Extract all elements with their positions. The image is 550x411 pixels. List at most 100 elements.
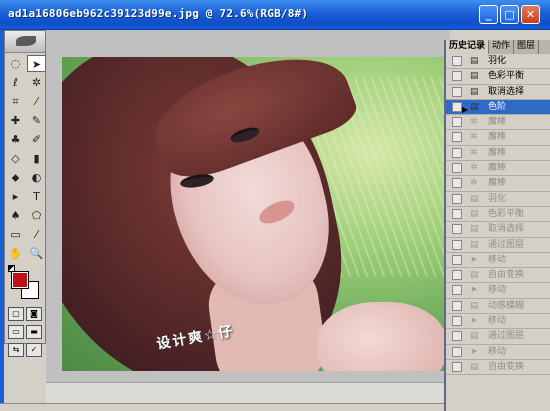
history-item[interactable]: ✲ 魔棒 (446, 115, 550, 131)
history-step-icon: ➤ (470, 316, 478, 327)
foreground-color-swatch[interactable] (11, 271, 29, 289)
history-item[interactable]: ▤ 羽化 (446, 54, 550, 70)
full-screen-icon[interactable]: ▬ (26, 325, 42, 339)
history-item[interactable]: ✲ 魔棒 (446, 176, 550, 192)
history-step-icon: ➤ (470, 346, 478, 357)
history-item[interactable]: ▤ 取消选择 (446, 222, 550, 238)
snapshot-checkbox[interactable] (452, 56, 462, 66)
snapshot-checkbox[interactable] (452, 224, 462, 235)
history-item[interactable]: ▤ 动感模糊 (446, 299, 550, 315)
history-item-label: 移动 (488, 316, 507, 327)
snapshot-checkbox[interactable] (452, 86, 462, 97)
history-item[interactable]: ➤ 移动 (446, 345, 550, 360)
snapshot-checkbox[interactable] (452, 163, 462, 174)
horizontal-scrollbar[interactable] (46, 382, 450, 403)
snapshot-checkbox[interactable] (452, 117, 462, 128)
snapshot-checkbox[interactable] (452, 285, 462, 296)
snapshot-checkbox[interactable] (452, 71, 462, 82)
eyedropper-tool-icon[interactable]: ⁄ (27, 226, 46, 243)
tab-layers[interactable]: 图层 (514, 40, 540, 54)
history-item[interactable]: ➤ 移动 (446, 253, 550, 269)
snapshot-checkbox[interactable] (452, 193, 462, 204)
history-step-icon: ▤ (470, 86, 479, 97)
healing-brush-tool-icon[interactable]: ✚ (6, 112, 25, 129)
pen-tool-icon[interactable]: ♠ (6, 207, 25, 224)
history-item[interactable]: ✲ 魔棒 (446, 130, 550, 146)
quick-mask-icon[interactable]: ◙ (26, 307, 42, 321)
screen-mode-icon[interactable]: ▭ (8, 325, 24, 339)
type-tool-icon[interactable]: T (27, 188, 46, 205)
snapshot-checkbox[interactable] (452, 178, 462, 189)
snapshot-checkbox[interactable] (452, 331, 462, 342)
tab-history[interactable]: 历史记录 (446, 40, 490, 54)
blur-tool-icon[interactable]: ⬥ (6, 169, 25, 186)
checkmark-icon[interactable]: ✓ (26, 343, 42, 357)
marquee-tool-icon[interactable]: ◌ (6, 55, 25, 72)
history-item[interactable]: ▶ ▤ 色阶 (446, 99, 550, 116)
history-list: ▤ 羽化 ▤ 色彩平衡 ▤ 取消选择 ▶ ▤ 色阶 ✲ 魔棒 ✲ 魔棒 ✲ 魔棒 ✲ 魔棒 ✲ 魔棒 ▤ 羽化 ▤ 色彩平衡… (446, 54, 550, 376)
minimize-button[interactable]: _ (479, 5, 498, 24)
history-item[interactable]: ▤ 取消选择 (446, 85, 550, 100)
history-item-label: 魔棒 (488, 178, 507, 189)
snapshot-checkbox[interactable] (452, 239, 462, 250)
history-item[interactable]: ✲ 魔棒 (446, 161, 550, 177)
gradient-tool-icon[interactable]: ▮ (27, 150, 46, 167)
history-step-icon: ✲ (470, 117, 478, 128)
zoom-tool-icon[interactable]: 🔍 (27, 245, 46, 262)
history-step-icon: ✲ (470, 147, 478, 158)
move-tool-icon[interactable]: ➤ (27, 55, 46, 72)
maximize-button[interactable]: □ (500, 5, 519, 24)
crop-tool-icon[interactable]: ⌗ (6, 93, 25, 110)
slice-tool-icon[interactable]: ⁄ (27, 93, 46, 110)
lasso-tool-icon[interactable]: ℓ (6, 74, 25, 91)
title-bar[interactable]: ad1a16806eb962c39123d99e.jpg @ 72.6%(RGB… (0, 0, 550, 30)
snapshot-checkbox[interactable] (452, 270, 462, 281)
history-item-label: 移动 (488, 254, 507, 265)
history-item[interactable]: ▤ 自由变换 (446, 360, 550, 376)
history-step-icon: ▤ (470, 224, 479, 235)
history-item[interactable]: ➤ 移动 (446, 283, 550, 299)
history-step-icon: ▤ (470, 56, 479, 66)
history-item[interactable]: ✲ 魔棒 (446, 146, 550, 162)
photo-canvas[interactable]: 设计爽☆仔 (62, 57, 448, 371)
shape-tool-icon[interactable]: ⬠ (27, 207, 46, 224)
snapshot-checkbox[interactable] (452, 101, 462, 112)
snapshot-checkbox[interactable] (452, 300, 462, 311)
hand-tool-icon[interactable]: ✋ (6, 245, 25, 262)
dodge-tool-icon[interactable]: ◐ (27, 169, 46, 186)
history-step-icon: ▤ (470, 331, 479, 342)
toolbox: ◌ ➤ ℓ ✲ ⌗ ⁄ ✚ ✎ ♣ ✐ ◇ ▮ ⬥ ◐ ▸ T ♠ ⬠ ▭ ⁄ ✋ 🔍 ▢ ◙ ▭ ▬ ⇆ ✓ (4, 30, 46, 357)
history-item[interactable]: ▤ 羽化 (446, 192, 550, 207)
snapshot-checkbox[interactable] (452, 346, 462, 357)
snapshot-checkbox[interactable] (452, 361, 462, 372)
history-item[interactable]: ➤ 移动 (446, 314, 550, 330)
standard-mode-icon[interactable]: ▢ (8, 307, 24, 321)
stamp-tool-icon[interactable]: ♣ (6, 131, 25, 148)
snapshot-checkbox[interactable] (452, 316, 462, 327)
history-step-icon: ▤ (470, 208, 479, 219)
history-item-label: 通过图层 (488, 331, 525, 342)
history-brush-tool-icon[interactable]: ✐ (27, 131, 46, 148)
magic-wand-tool-icon[interactable]: ✲ (27, 74, 46, 91)
snapshot-checkbox[interactable] (452, 208, 462, 219)
history-item-label: 羽化 (488, 193, 507, 204)
tab-actions[interactable]: 动作 (489, 40, 515, 54)
notes-tool-icon[interactable]: ▭ (6, 226, 25, 243)
close-button[interactable]: ✕ (521, 5, 540, 24)
history-item-label: 移动 (488, 346, 507, 357)
jump-to-imageready-icon[interactable]: ⇆ (8, 343, 24, 357)
history-item[interactable]: ▤ 通过图层 (446, 238, 550, 253)
snapshot-checkbox[interactable] (452, 132, 462, 143)
history-item[interactable]: ▤ 色彩平衡 (446, 207, 550, 223)
screen-mode-row: ▭ ▬ (5, 323, 45, 341)
brush-tool-icon[interactable]: ✎ (27, 112, 46, 129)
eraser-tool-icon[interactable]: ◇ (6, 150, 25, 167)
toolbox-header[interactable] (5, 31, 45, 53)
snapshot-checkbox[interactable] (452, 254, 462, 265)
history-item[interactable]: ▤ 自由变换 (446, 268, 550, 284)
snapshot-checkbox[interactable] (452, 147, 462, 158)
history-item[interactable]: ▤ 色彩平衡 (446, 69, 550, 85)
history-item[interactable]: ▤ 通过图层 (446, 329, 550, 345)
history-item-label: 魔棒 (488, 163, 507, 174)
path-select-tool-icon[interactable]: ▸ (6, 188, 25, 205)
